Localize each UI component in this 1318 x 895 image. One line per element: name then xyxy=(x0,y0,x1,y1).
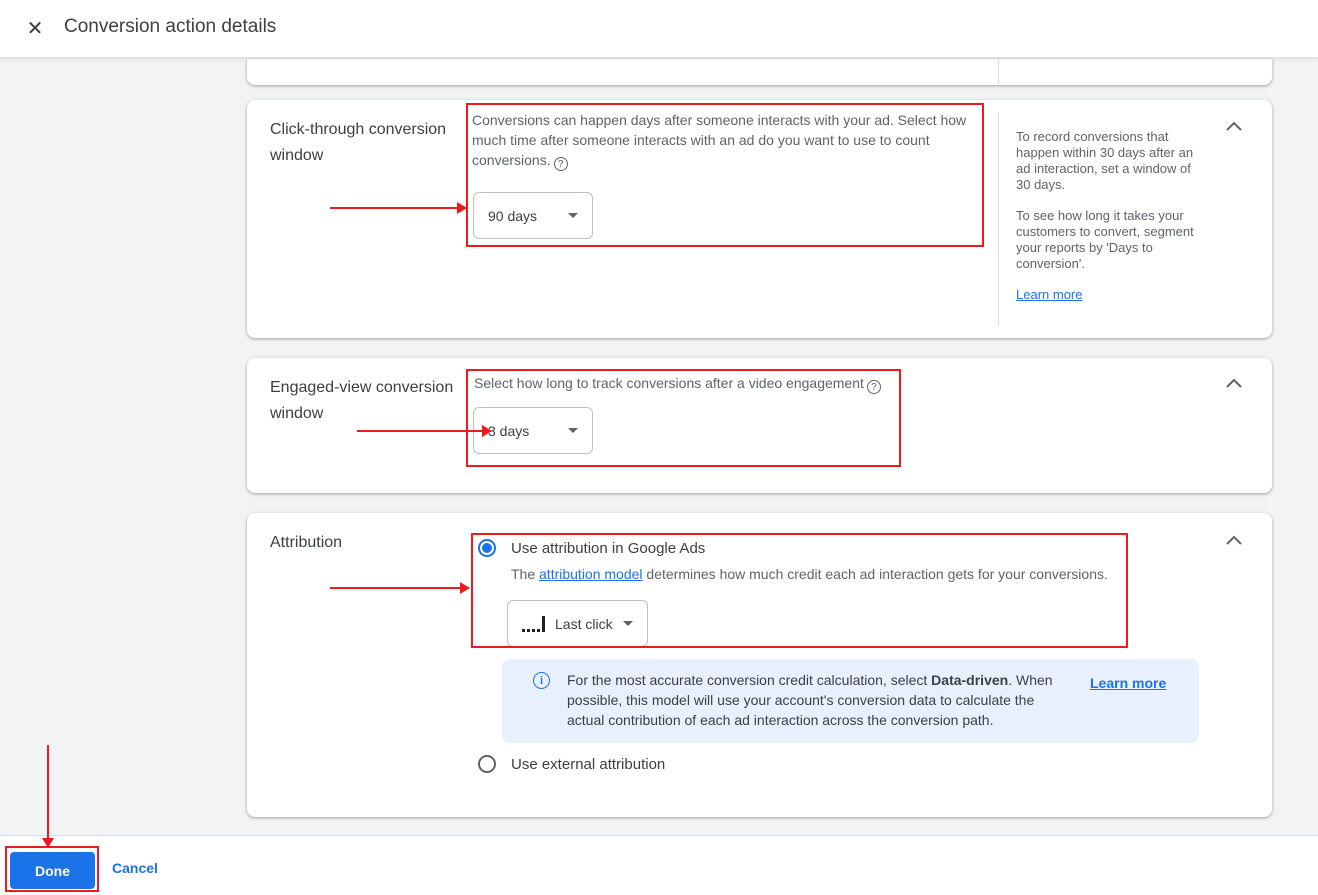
radio-option-label[interactable]: Use external attribution xyxy=(511,756,665,773)
radio-use-attribution-google-ads[interactable] xyxy=(478,539,496,557)
description-text: The xyxy=(511,566,539,582)
dropdown-value: Last click xyxy=(555,616,613,632)
chevron-down-icon xyxy=(623,621,633,626)
chevron-down-icon xyxy=(568,428,578,433)
click-through-conversion-window-card: Click-through conversion window Conversi… xyxy=(247,100,1272,338)
attribution-card: Attribution Use attribution in Google Ad… xyxy=(247,513,1272,817)
help-icon[interactable]: ? xyxy=(554,157,568,171)
data-driven-info-banner: i For the most accurate conversion credi… xyxy=(502,659,1199,743)
help-icon[interactable]: ? xyxy=(867,380,881,394)
dropdown-value: 90 days xyxy=(488,208,537,224)
attribution-model-dropdown[interactable]: Last click xyxy=(507,600,648,647)
close-icon[interactable]: ✕ xyxy=(20,14,50,44)
collapse-chevron-up-icon[interactable] xyxy=(1225,534,1243,546)
section-label: Click-through conversion window xyxy=(270,117,470,169)
info-text-bold: Data-driven xyxy=(931,672,1008,688)
attribution-model-link[interactable]: attribution model xyxy=(539,566,643,582)
cancel-button[interactable]: Cancel xyxy=(112,860,158,876)
card-divider xyxy=(998,59,999,85)
footer-action-bar: Done Cancel xyxy=(0,835,1318,895)
description-text: Select how long to track conversions aft… xyxy=(474,375,864,391)
info-banner-text: For the most accurate conversion credit … xyxy=(567,670,1062,730)
description-text: Conversions can happen days after someon… xyxy=(472,112,966,168)
learn-more-link[interactable]: Learn more xyxy=(1090,675,1166,691)
help-paragraph: To see how long it takes your customers … xyxy=(1016,208,1198,272)
page-title: Conversion action details xyxy=(64,16,276,38)
dropdown-value: 3 days xyxy=(488,423,529,439)
collapse-chevron-up-icon[interactable] xyxy=(1225,120,1243,132)
engaged-view-conversion-window-card: Engaged-view conversion window Select ho… xyxy=(247,358,1272,493)
attribution-model-description: The attribution model determines how muc… xyxy=(511,564,1151,584)
previous-card-partial xyxy=(247,59,1272,85)
info-icon: i xyxy=(533,672,550,689)
description-text: determines how much credit each ad inter… xyxy=(643,566,1108,582)
section-description: Select how long to track conversions aft… xyxy=(474,373,914,394)
card-divider xyxy=(998,112,999,326)
radio-option-label[interactable]: Use attribution in Google Ads xyxy=(511,540,705,557)
collapse-chevron-up-icon[interactable] xyxy=(1225,377,1243,389)
info-text: For the most accurate conversion credit … xyxy=(567,672,931,688)
last-click-icon xyxy=(522,616,545,632)
help-paragraph: To record conversions that happen within… xyxy=(1016,129,1198,193)
section-label: Engaged-view conversion window xyxy=(270,375,470,427)
learn-more-link[interactable]: Learn more xyxy=(1016,287,1082,302)
engaged-view-window-dropdown[interactable]: 3 days xyxy=(473,407,593,454)
dialog-header: ✕ Conversion action details xyxy=(0,0,1318,58)
side-help-text: To record conversions that happen within… xyxy=(1016,129,1198,303)
section-description: Conversions can happen days after someon… xyxy=(472,110,980,171)
done-button[interactable]: Done xyxy=(10,852,95,889)
radio-use-external-attribution[interactable] xyxy=(478,755,496,773)
click-through-window-dropdown[interactable]: 90 days xyxy=(473,192,593,239)
annotation-arrow-done xyxy=(44,745,52,847)
section-label: Attribution xyxy=(270,530,470,556)
chevron-down-icon xyxy=(568,213,578,218)
